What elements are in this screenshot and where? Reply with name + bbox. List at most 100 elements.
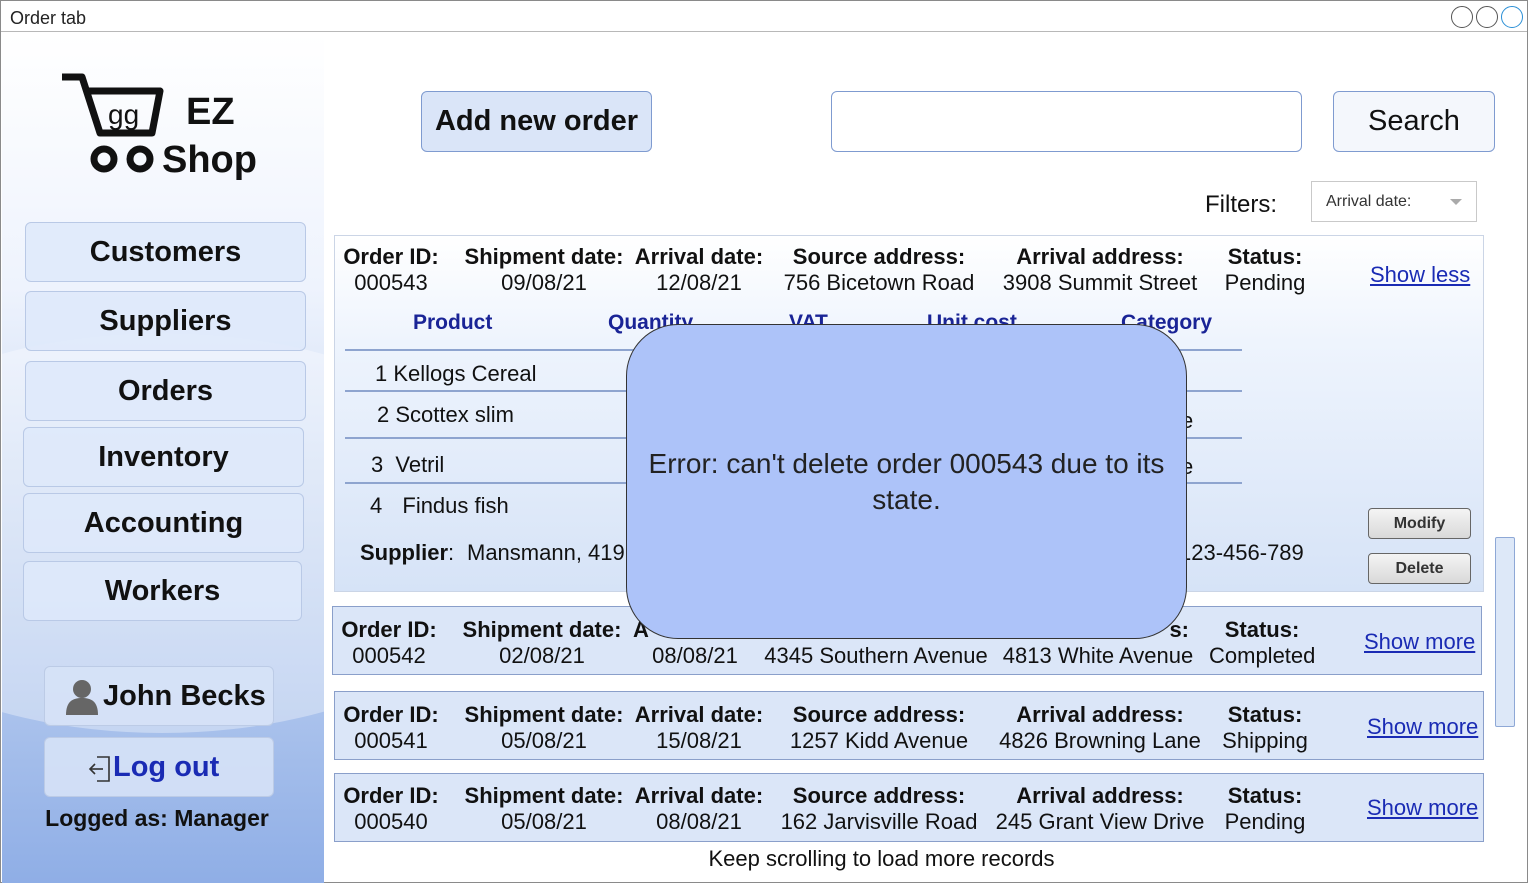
source-value: 4345 Southern Avenue <box>764 643 988 668</box>
source-label: Source address: <box>792 702 966 727</box>
shipment-field: Shipment date: 09/08/21 <box>463 244 625 296</box>
show-less-link[interactable]: Show less <box>1370 262 1470 288</box>
title-bar: Order tab <box>1 1 1527 32</box>
filter-dropdown[interactable]: Arrival date: <box>1311 181 1477 222</box>
source-label: Source address: <box>792 244 966 269</box>
close-button[interactable] <box>1501 6 1523 28</box>
order-card: Order ID: 000540 Shipment date: 05/08/21… <box>334 773 1484 842</box>
product-row: 4 Findus fish <box>370 493 509 519</box>
product-name: Kellogs Cereal <box>393 361 537 386</box>
order-id-label: Order ID: <box>343 244 439 269</box>
product-number: 3 <box>371 452 384 477</box>
show-more-link[interactable]: Show more <box>1364 629 1475 655</box>
status-field: Status: Pending <box>1215 244 1315 296</box>
product-name: Findus fish <box>402 493 509 518</box>
col-header-product: Product <box>413 311 493 334</box>
order-id-label: Order ID: <box>343 702 439 727</box>
arrival-date-value: 08/08/21 <box>656 809 742 834</box>
order-id-field: Order ID: 000540 <box>343 783 439 835</box>
search-button[interactable]: Search <box>1333 91 1495 152</box>
nav-accounting[interactable]: Accounting <box>23 493 304 553</box>
status-value: Completed <box>1209 643 1316 668</box>
supplier-value: Mansmann, 419 <box>467 540 625 565</box>
modify-button[interactable]: Modify <box>1368 508 1471 539</box>
status-field: Status: Pending <box>1215 783 1315 835</box>
arrival-address-field: Arrival address: 245 Grant View Drive <box>991 783 1209 835</box>
search-input[interactable] <box>831 91 1302 152</box>
nav-suppliers[interactable]: Suppliers <box>25 291 306 351</box>
error-message: Error: can't delete order 000543 due to … <box>648 447 1165 515</box>
logout-label: Log out <box>113 751 220 783</box>
shipment-value: 02/08/21 <box>499 643 585 668</box>
logo-text-shop: Shop <box>162 139 257 181</box>
logout-icon <box>88 756 110 782</box>
arrival-date-field: Arrival date: 08/08/21 <box>633 783 765 835</box>
delete-button[interactable]: Delete <box>1368 553 1471 584</box>
status-label: Status: <box>1227 244 1303 269</box>
chevron-down-icon <box>1450 199 1462 205</box>
arrival-address-value: 4813 White Avenue <box>1002 643 1194 668</box>
product-number: 2 <box>377 402 390 427</box>
product-number: 1 <box>375 361 388 386</box>
minimize-button[interactable] <box>1451 6 1473 28</box>
product-number: 4 <box>370 493 383 518</box>
nav-inventory[interactable]: Inventory <box>23 427 304 487</box>
arrival-date-value: 15/08/21 <box>656 728 742 753</box>
product-name: Scottex slim <box>395 402 514 427</box>
user-button[interactable]: John Becks <box>44 666 274 726</box>
order-id-label: Order ID: <box>343 783 439 808</box>
product-name: Vetril <box>395 452 445 477</box>
order-id-label: Order ID: <box>341 617 437 642</box>
arrival-date-label: Arrival date: <box>634 783 764 808</box>
arrival-address-value: 3908 Summit Street <box>1002 270 1198 295</box>
status-label: Status: <box>1227 702 1303 727</box>
logged-as-label: Logged as: Manager <box>45 805 269 831</box>
user-icon <box>66 680 98 715</box>
shipment-field: Shipment date: 05/08/21 <box>463 783 625 835</box>
app-window: Order tab gg EZ Shop Customers Suppliers… <box>0 0 1528 883</box>
supplier-phone: 123-456-789 <box>1179 540 1304 565</box>
status-value: Shipping <box>1222 728 1308 753</box>
window-title: Order tab <box>10 8 87 28</box>
logout-button[interactable]: Log out <box>44 737 274 797</box>
arrival-date-field: Arrival date: 15/08/21 <box>633 702 765 754</box>
order-id-value: 000540 <box>354 809 428 834</box>
order-id-value: 000542 <box>352 643 426 668</box>
source-value: 162 Jarvisville Road <box>780 809 978 834</box>
nav-customers[interactable]: Customers <box>25 222 306 282</box>
add-new-order-button[interactable]: Add new order <box>421 91 652 152</box>
shipment-label: Shipment date: <box>464 783 624 808</box>
arrival-date-label: Arrival date: <box>634 244 764 269</box>
arrival-date-value: 08/08/21 <box>652 643 738 668</box>
status-value: Pending <box>1224 809 1306 834</box>
status-label: Status: <box>1227 783 1303 808</box>
order-id-value: 000541 <box>354 728 428 753</box>
status-label: Status: <box>1224 617 1300 642</box>
show-more-link[interactable]: Show more <box>1367 714 1478 740</box>
shipment-label: Shipment date: <box>462 617 622 642</box>
nav-workers[interactable]: Workers <box>23 561 302 621</box>
maximize-button[interactable] <box>1476 6 1498 28</box>
shipment-label: Shipment date: <box>464 244 624 269</box>
supplier-label: Supplier: <box>360 540 455 565</box>
scrollbar[interactable] <box>1495 537 1515 727</box>
nav-orders[interactable]: Orders <box>25 361 306 421</box>
order-id-field: Order ID: 000543 <box>343 244 439 296</box>
shipment-value: 05/08/21 <box>501 809 587 834</box>
arrival-date-value: 12/08/21 <box>656 270 742 295</box>
arrival-address-value: 245 Grant View Drive <box>995 809 1205 834</box>
sidebar: gg EZ Shop Customers Suppliers Orders In… <box>2 33 324 883</box>
show-more-link[interactable]: Show more <box>1367 795 1478 821</box>
arrival-address-label: Arrival address: <box>1016 702 1184 727</box>
arrival-address-field: Arrival address: 3908 Summit Street <box>995 244 1205 296</box>
status-field: Status: Shipping <box>1215 702 1315 754</box>
shipment-field: Shipment date: 05/08/21 <box>463 702 625 754</box>
filters-label: Filters: <box>1205 191 1277 218</box>
source-value: 756 Bicetown Road <box>783 270 975 295</box>
shipment-value: 09/08/21 <box>501 270 587 295</box>
shipment-field: Shipment date: 02/08/21 <box>461 617 623 669</box>
order-card: Order ID: 000541 Shipment date: 05/08/21… <box>334 691 1484 760</box>
error-dialog[interactable]: Error: can't delete order 000543 due to … <box>626 324 1187 639</box>
product-row: 1 Kellogs Cereal <box>375 361 536 387</box>
source-field: Source address: 162 Jarvisville Road <box>769 783 989 835</box>
